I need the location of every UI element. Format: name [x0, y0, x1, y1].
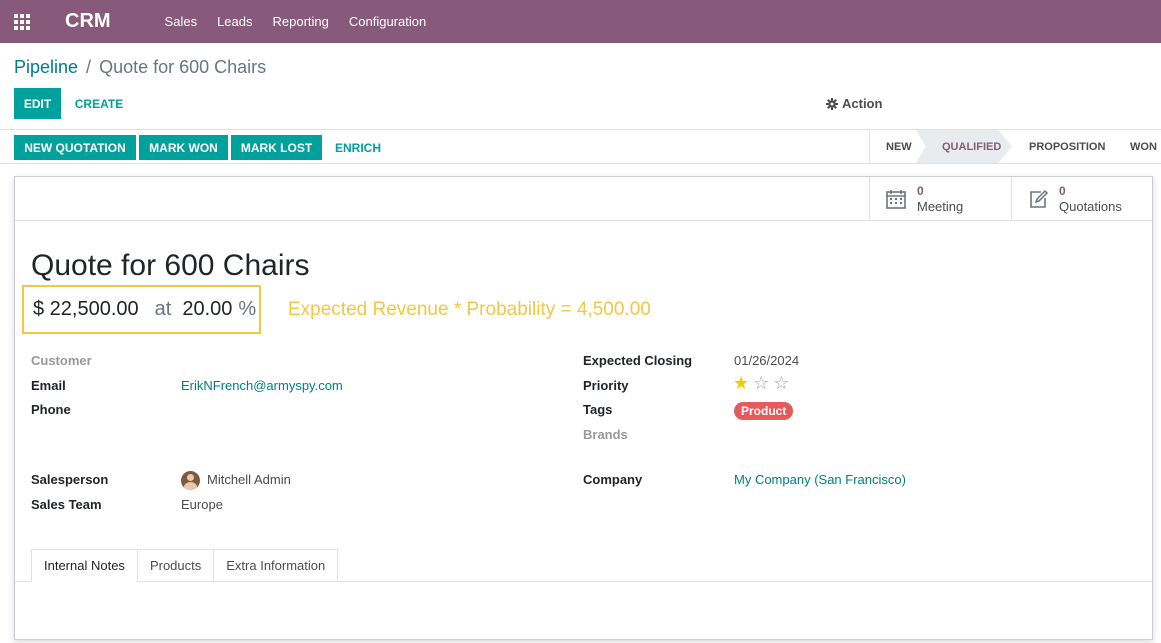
enrich-button[interactable]: ENRICH [328, 135, 388, 160]
edit-button[interactable]: EDIT [14, 88, 61, 119]
action-menu-button[interactable]: Action [826, 96, 882, 111]
email-value[interactable]: ErikNFrench@armyspy.com [181, 378, 343, 393]
tag-badge[interactable]: Product [734, 402, 794, 420]
quotations-smart-button[interactable]: 0 Quotations [1011, 177, 1153, 220]
meeting-label: Meeting [917, 198, 964, 214]
sales-team-label: Sales Team [31, 497, 102, 512]
quotations-label: Quotations [1059, 198, 1122, 214]
star-empty-icon[interactable]: ☆ [753, 374, 769, 392]
statusbar: NEW QUOTATION MARK WON MARK LOST ENRICH … [0, 129, 1161, 164]
breadcrumb-current: Quote for 600 Chairs [99, 57, 267, 77]
stage-proposition[interactable]: PROPOSITION [1012, 130, 1120, 163]
menu-configuration[interactable]: Configuration [349, 14, 426, 29]
expected-revenue-note: Expected Revenue * Probability = 4,500.0… [288, 299, 651, 320]
stage-won[interactable]: WON [1120, 130, 1160, 163]
stage-new[interactable]: NEW [870, 130, 916, 163]
email-label: Email [31, 378, 66, 393]
expected-revenue-field[interactable]: $ 22,500.00 [33, 298, 139, 321]
expected-closing-value[interactable]: 01/26/2024 [734, 353, 799, 368]
menu-sales[interactable]: Sales [165, 14, 198, 29]
tab-internal-notes[interactable]: Internal Notes [31, 549, 138, 582]
quotations-count: 0 [1059, 183, 1066, 198]
tab-products[interactable]: Products [136, 549, 215, 582]
new-quotation-button[interactable]: NEW QUOTATION [14, 135, 136, 160]
salesperson-value[interactable]: Mitchell Admin [207, 472, 291, 487]
apps-menu-icon[interactable] [14, 13, 32, 30]
form-sheet: 0 Meeting 0 Quotations Quote for 600 Cha… [14, 176, 1153, 640]
breadcrumb: Pipeline / Quote for 600 Chairs [14, 57, 266, 78]
sales-team-value[interactable]: Europe [181, 497, 223, 512]
menu-leads[interactable]: Leads [217, 14, 252, 29]
edit-document-icon [1030, 189, 1049, 208]
at-label: at [154, 298, 172, 320]
priority-stars: ★ ☆ ☆ [733, 374, 789, 392]
smart-button-box: 0 Meeting 0 Quotations [15, 177, 1152, 221]
stage-qualified[interactable]: QUALIFIED [916, 130, 1012, 163]
customer-label: Customer [31, 353, 92, 368]
tab-extra-information[interactable]: Extra Information [213, 549, 339, 582]
opportunity-title[interactable]: Quote for 600 Chairs [31, 249, 309, 283]
mark-won-button[interactable]: MARK WON [139, 135, 228, 160]
calendar-icon [886, 189, 906, 209]
probability-field[interactable]: 20.00 [182, 298, 232, 321]
breadcrumb-pipeline-link[interactable]: Pipeline [14, 57, 78, 78]
mark-lost-button[interactable]: MARK LOST [231, 135, 322, 160]
company-value[interactable]: My Company (San Francisco) [734, 472, 906, 487]
phone-label: Phone [31, 402, 71, 417]
avatar [181, 471, 200, 490]
star-empty-icon[interactable]: ☆ [773, 374, 789, 392]
app-brand[interactable]: CRM [65, 10, 111, 33]
percent-sign: % [238, 298, 257, 320]
star-filled-icon[interactable]: ★ [733, 374, 749, 392]
menu-reporting[interactable]: Reporting [273, 14, 329, 29]
brands-label: Brands [583, 427, 628, 442]
meeting-smart-button[interactable]: 0 Meeting [869, 177, 1011, 220]
breadcrumb-separator: / [86, 57, 92, 77]
expected-closing-label: Expected Closing [583, 353, 693, 368]
revenue-probability-box: $ 22,500.00 at 20.00 % [22, 285, 261, 334]
meeting-count: 0 [917, 183, 924, 198]
notebook-tabs: Internal Notes Products Extra Informatio… [31, 549, 339, 582]
stage-pipeline: NEW QUALIFIED PROPOSITION WON [869, 130, 1160, 163]
top-navbar: CRM Sales Leads Reporting Configuration [0, 0, 1161, 43]
priority-label: Priority [583, 378, 629, 393]
gear-icon [826, 97, 838, 110]
create-button[interactable]: CREATE [69, 88, 129, 119]
company-label: Company [583, 472, 643, 487]
action-label: Action [842, 96, 883, 111]
tags-label: Tags [583, 402, 613, 417]
salesperson-label: Salesperson [31, 472, 109, 487]
